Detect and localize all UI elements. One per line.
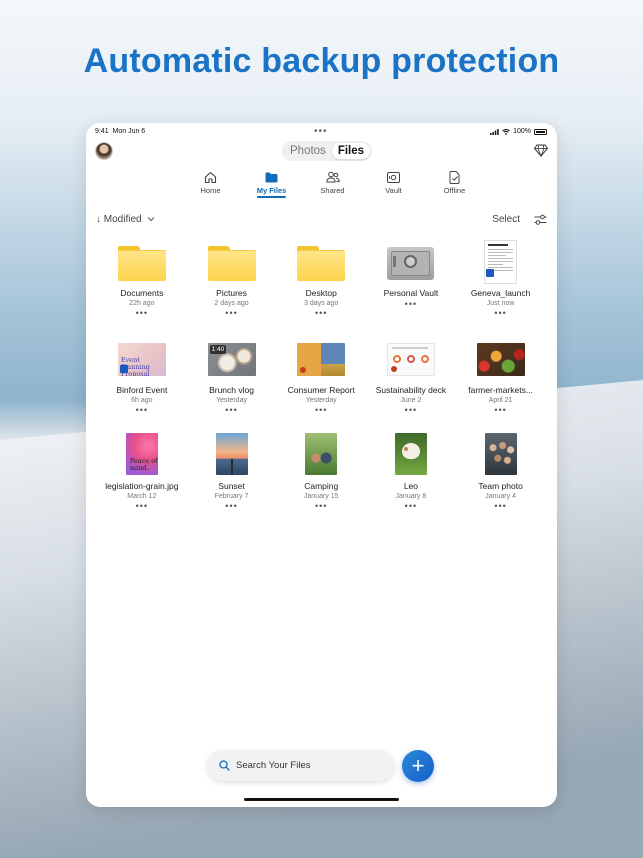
image-thumbnail: Peace of mind.: [125, 433, 158, 475]
document-thumbnail: [484, 240, 518, 284]
premium-diamond-icon[interactable]: [534, 144, 548, 157]
grid-item-sustainability-deck[interactable]: Sustainability deck June 2 •••: [366, 331, 456, 428]
safe-icon: [387, 247, 435, 280]
tab-home-label: Home: [200, 186, 221, 195]
more-options-button[interactable]: •••: [405, 502, 417, 511]
sort-bar: ↓ Modified Select: [96, 214, 547, 228]
status-time: 9:41 Mon Jun 6: [95, 128, 146, 135]
sort-dropdown[interactable]: ↓ Modified: [96, 214, 155, 225]
file-grid: Documents 22h ago ••• Pictures 2 days ag…: [97, 234, 547, 524]
battery-percent: 100%: [513, 128, 531, 135]
more-options-button[interactable]: •••: [405, 405, 417, 415]
chevron-down-icon: [148, 217, 155, 222]
signal-icon: [490, 128, 499, 135]
add-button[interactable]: +: [402, 750, 434, 782]
grid-item-team-photo[interactable]: Team photo January 4 •••: [456, 427, 546, 524]
more-options-button[interactable]: •••: [494, 405, 506, 415]
powerpoint-icon: [300, 366, 307, 373]
presentation-thumbnail: [297, 342, 346, 376]
grid-item-geneva-launch[interactable]: Geneva_launch Just now •••: [456, 234, 546, 331]
grid-item-binford-event[interactable]: Event Planning Proposal Binford Event 6h…: [97, 331, 187, 428]
search-bar[interactable]: Search Your Files: [207, 750, 394, 781]
grid-item-desktop[interactable]: Desktop 3 days ago •••: [276, 234, 366, 331]
home-icon: [204, 171, 217, 183]
vault-icon: [387, 171, 400, 183]
more-options-button[interactable]: •••: [494, 309, 506, 318]
tablet-screen: 9:41 Mon Jun 6 ••• 100% Photos Files Hom…: [86, 123, 557, 807]
sort-label: Modified: [103, 214, 142, 225]
more-options-button[interactable]: •••: [315, 309, 327, 318]
image-thumbnail: [215, 433, 248, 475]
image-thumbnail: [476, 342, 525, 376]
grid-item-camping[interactable]: Camping January 15 •••: [276, 427, 366, 524]
offline-icon: [449, 170, 459, 184]
switcher-files[interactable]: Files: [331, 143, 371, 159]
image-thumbnail: [484, 433, 517, 475]
headline: Automatic backup protection: [83, 42, 560, 80]
people-icon: [325, 171, 340, 183]
image-thumbnail: [394, 433, 427, 475]
powerpoint-icon: [390, 365, 397, 372]
folder-icon: [265, 172, 278, 182]
filter-icon[interactable]: [534, 214, 547, 226]
more-options-button[interactable]: •••: [225, 309, 237, 318]
sort-arrow-icon: ↓: [96, 214, 101, 225]
more-options-button[interactable]: •••: [315, 405, 327, 415]
tab-my-files-label: My Files: [256, 186, 287, 195]
more-options-button[interactable]: •••: [315, 502, 327, 511]
multitasking-dots[interactable]: •••: [314, 126, 328, 137]
presentation-thumbnail: [386, 342, 435, 376]
switcher-photos[interactable]: Photos: [284, 143, 332, 159]
status-right: 100%: [490, 128, 547, 135]
grid-item-leo[interactable]: Leo January 8 •••: [366, 427, 456, 524]
grid-item-pictures[interactable]: Pictures 2 days ago •••: [187, 234, 277, 331]
tab-shared[interactable]: Shared: [302, 170, 363, 195]
tab-my-files[interactable]: My Files: [241, 170, 302, 198]
word-icon: [486, 269, 495, 277]
wifi-icon: [502, 128, 510, 135]
tab-offline-label: Offline: [443, 186, 466, 195]
video-thumbnail: 1:40: [207, 342, 256, 376]
folder-icon: [297, 246, 346, 281]
search-placeholder: Search Your Files: [236, 760, 311, 771]
avatar[interactable]: [95, 142, 113, 160]
status-bar: 9:41 Mon Jun 6 ••• 100%: [86, 126, 557, 140]
photos-files-switcher: Photos Files: [282, 141, 373, 161]
more-options-button[interactable]: •••: [494, 502, 506, 511]
grid-item-personal-vault[interactable]: Personal Vault •••: [366, 234, 456, 331]
search-icon: [219, 760, 230, 771]
video-duration: 1:40: [209, 344, 227, 354]
tab-offline[interactable]: Offline: [424, 170, 485, 195]
home-indicator: [244, 798, 399, 801]
grid-item-farmer-markets[interactable]: farmer-markets... April 21 •••: [456, 331, 546, 428]
tab-vault[interactable]: Vault: [363, 170, 424, 195]
folder-icon: [207, 246, 256, 281]
more-options-button[interactable]: •••: [225, 405, 237, 415]
more-options-button[interactable]: •••: [405, 300, 417, 309]
more-options-button[interactable]: •••: [136, 405, 148, 415]
grid-item-brunch-vlog[interactable]: 1:40 Brunch vlog Yesterday •••: [187, 331, 277, 428]
select-button[interactable]: Select: [492, 214, 520, 225]
grid-item-legislation-grain[interactable]: Peace of mind. legislation-grain.jpg Mar…: [97, 427, 187, 524]
grid-item-consumer-report[interactable]: Consumer Report Yesterday •••: [276, 331, 366, 428]
document-thumbnail: Event Planning Proposal: [117, 342, 166, 376]
grid-item-sunset[interactable]: Sunset February 7 •••: [187, 427, 277, 524]
battery-icon: [534, 128, 547, 135]
folder-icon: [117, 246, 166, 281]
more-options-button[interactable]: •••: [225, 502, 237, 511]
top-nav: Home My Files Shared Vault Offline: [180, 170, 485, 198]
more-options-button[interactable]: •••: [136, 502, 148, 511]
tab-shared-label: Shared: [320, 186, 345, 195]
word-icon: [119, 364, 128, 373]
image-thumbnail: [305, 433, 338, 475]
grid-item-documents[interactable]: Documents 22h ago •••: [97, 234, 187, 331]
tab-vault-label: Vault: [385, 186, 402, 195]
tab-home[interactable]: Home: [180, 170, 241, 195]
more-options-button[interactable]: •••: [136, 309, 148, 318]
